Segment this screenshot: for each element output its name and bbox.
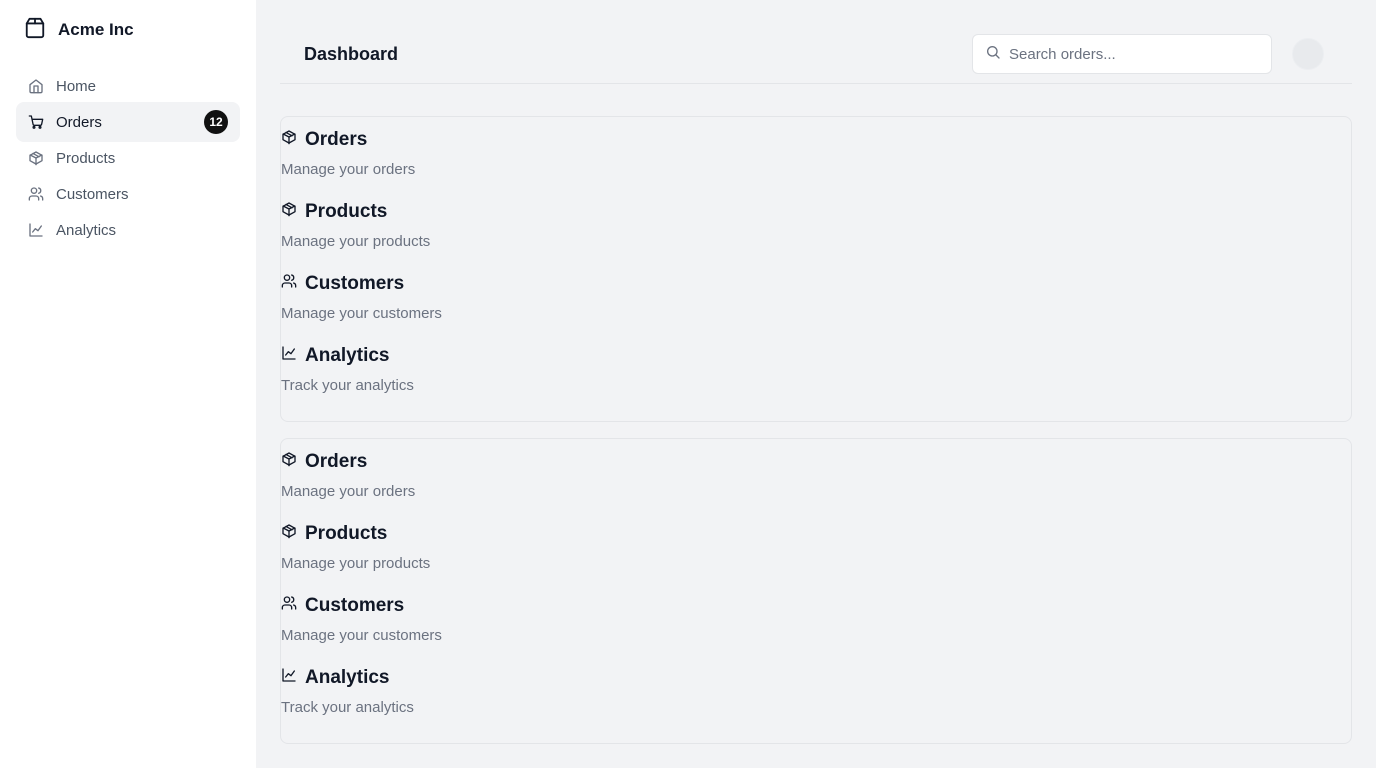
search-box[interactable] [972, 34, 1272, 74]
package-icon [281, 201, 297, 223]
sidebar-item-home[interactable]: Home [16, 66, 240, 106]
card-item-title: Analytics [305, 667, 390, 688]
line-chart-icon [281, 667, 297, 689]
card-item-analytics: Analytics Track your analytics [281, 344, 414, 396]
card-item-title: Products [305, 201, 388, 222]
sidebar: Acme Inc Home Orders 12 Products Custome… [0, 0, 256, 768]
card-item-title: Orders [305, 129, 368, 150]
card-item-title: Customers [305, 273, 405, 294]
card-item-description: Track your analytics [281, 377, 414, 394]
card-item-orders: Orders Manage your orders [281, 450, 415, 502]
sidebar-item-customers[interactable]: Customers [16, 174, 240, 214]
feature-card: Orders Manage your orders Products Manag… [280, 116, 1352, 422]
sidebar-item-label: Products [56, 149, 116, 167]
sidebar-item-label: Customers [56, 185, 129, 203]
card-item-title: Products [305, 523, 388, 544]
feature-card: Orders Manage your orders Products Manag… [280, 438, 1352, 744]
package-icon [281, 523, 297, 545]
cart-icon [28, 114, 44, 130]
card-item-description: Manage your customers [281, 305, 442, 322]
page-title: Dashboard [304, 44, 399, 64]
search-input[interactable] [1009, 45, 1259, 63]
card-item-description: Manage your orders [281, 161, 416, 178]
card-item-products: Products Manage your products [281, 522, 430, 574]
sidebar-item-label: Analytics [56, 221, 117, 239]
package-icon [28, 150, 44, 166]
package-icon [281, 451, 297, 473]
sidebar-item-analytics[interactable]: Analytics [16, 210, 240, 250]
sidebar-nav: Home Orders 12 Products Customers Analyt… [16, 66, 240, 246]
card-item-customers: Customers Manage your customers [281, 272, 442, 324]
home-icon [28, 78, 44, 94]
brand-name: Acme Inc [58, 20, 134, 39]
card-item-products: Products Manage your products [281, 200, 430, 252]
brand-link[interactable]: Acme Inc [24, 17, 134, 44]
orders-count-badge: 12 [204, 110, 228, 134]
card-item-title: Customers [305, 595, 405, 616]
card-item-title: Analytics [305, 345, 390, 366]
sidebar-item-products[interactable]: Products [16, 138, 240, 178]
card-item-description: Manage your customers [281, 627, 442, 644]
line-chart-icon [28, 222, 44, 238]
card-item-description: Track your analytics [281, 699, 414, 716]
card-item-description: Manage your products [281, 555, 431, 572]
card-item-description: Manage your orders [281, 483, 416, 500]
line-chart-icon [281, 345, 297, 367]
package-icon [281, 129, 297, 151]
card-item-analytics: Analytics Track your analytics [281, 666, 414, 718]
card-item-description: Manage your products [281, 233, 431, 250]
package-icon [24, 17, 46, 44]
users-icon [281, 595, 297, 617]
card-item-customers: Customers Manage your customers [281, 594, 442, 646]
card-item-orders: Orders Manage your orders [281, 128, 415, 180]
sidebar-item-orders[interactable]: Orders 12 [16, 102, 240, 142]
users-icon [281, 273, 297, 295]
user-avatar-button[interactable] [1292, 38, 1324, 70]
users-icon [28, 186, 44, 202]
search-icon [985, 44, 1001, 65]
sidebar-item-label: Orders [56, 113, 102, 131]
sidebar-item-label: Home [56, 77, 97, 95]
header: Dashboard [280, 24, 1352, 84]
card-item-title: Orders [305, 451, 368, 472]
